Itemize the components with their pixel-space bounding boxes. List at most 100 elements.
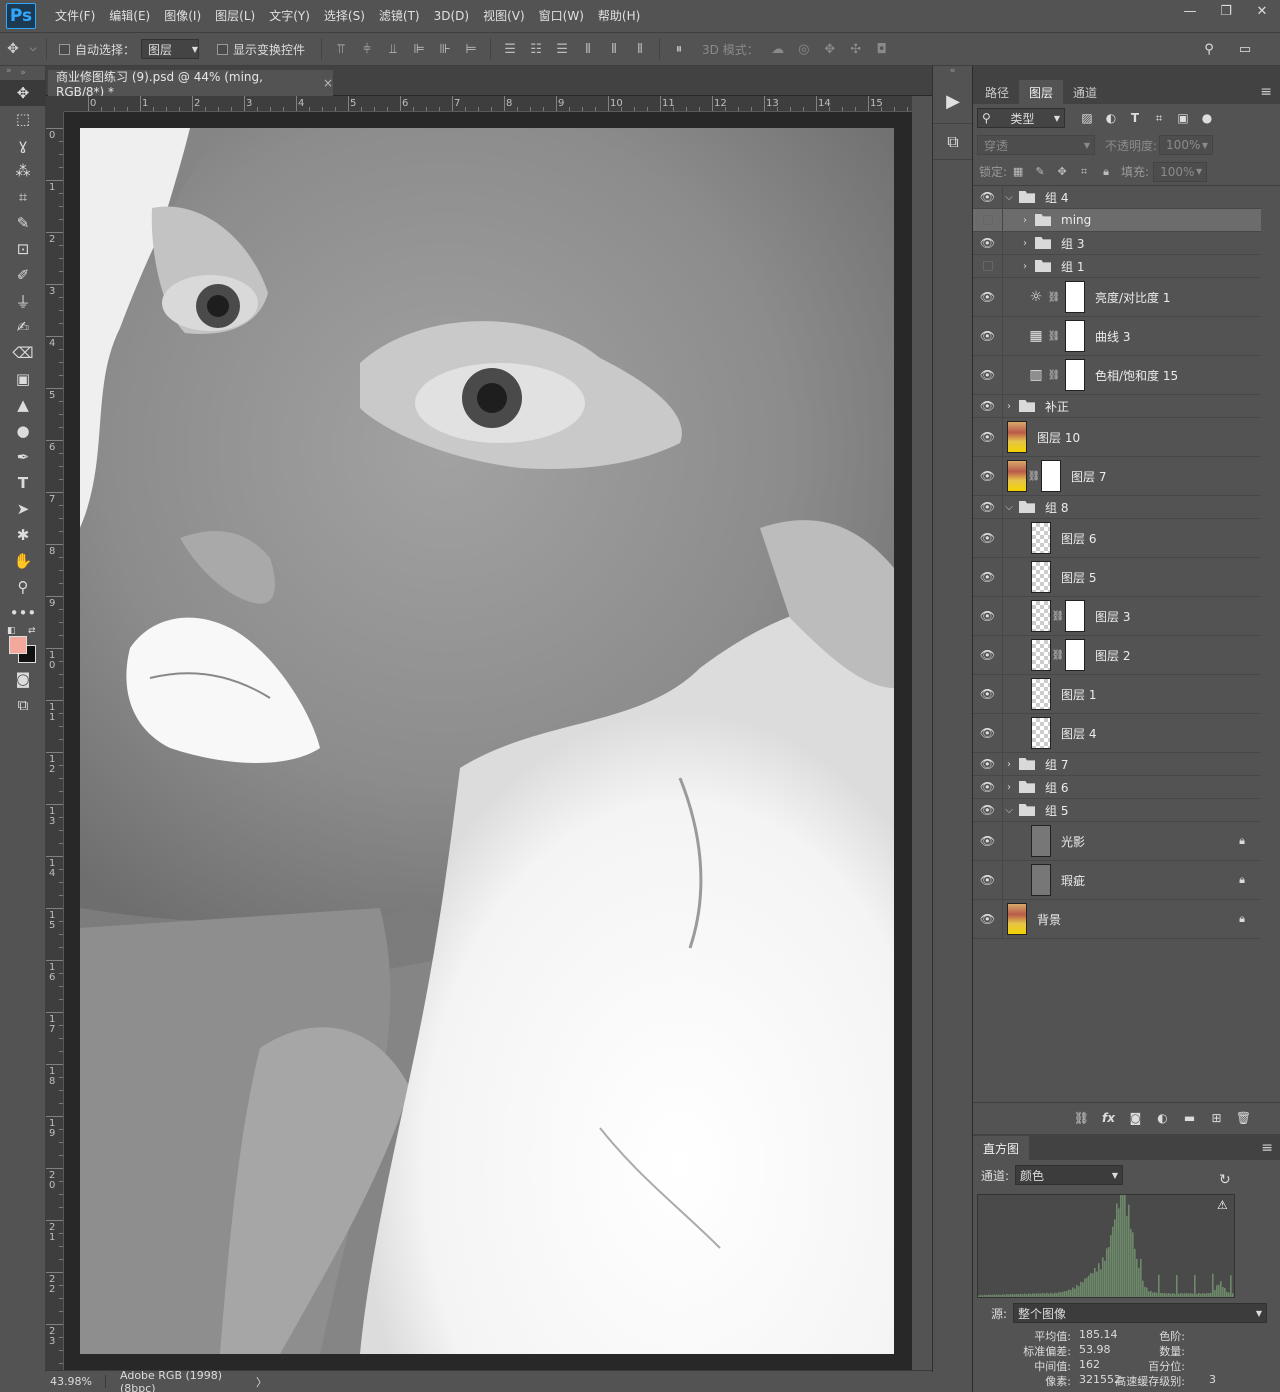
fill-field[interactable]: 100% ▼ (1153, 161, 1208, 182)
layer-row[interactable]: 👁︎ 图层 1 (973, 675, 1261, 714)
stamp-tool[interactable]: ⏚ (0, 288, 46, 314)
tab-paths[interactable]: 路径 (975, 80, 1019, 104)
eyedropper-tool[interactable]: ✎ (0, 210, 46, 236)
more-tools[interactable]: ••• (0, 600, 46, 626)
layer-name[interactable]: 补正 (1045, 398, 1069, 415)
pen-tool[interactable]: ✒ (0, 444, 46, 470)
align-vcenter-icon[interactable]: ⫩ (354, 39, 380, 59)
minimize-button[interactable]: — (1172, 0, 1208, 22)
layer-name[interactable]: 图层 7 (1071, 468, 1106, 485)
layer-name[interactable]: 曲线 3 (1095, 328, 1130, 345)
layer-mask-thumbnail[interactable] (1065, 600, 1085, 632)
move-tool-icon[interactable]: ✥ (0, 41, 26, 57)
chevron-right-icon[interactable]: › (1019, 238, 1031, 249)
history-brush-tool[interactable]: ✍ (0, 314, 46, 340)
distribute-vcenter-icon[interactable]: ☷ (523, 39, 549, 59)
swap-colors-icon[interactable]: ⇄ (28, 626, 36, 636)
channel-dropdown[interactable]: 颜色 ▼ (1015, 1165, 1124, 1185)
workspace-icon[interactable]: ▭ (1232, 39, 1258, 59)
eye-icon[interactable]: 👁︎ (973, 861, 1003, 899)
eye-icon[interactable]: 👁︎ (973, 597, 1003, 635)
layer-row[interactable]: 👁︎ ⌵ 组 8 (973, 496, 1261, 519)
filter-shape-icon[interactable]: ⌗ (1147, 111, 1171, 126)
maximize-button[interactable]: ❐ (1208, 0, 1244, 22)
auto-align-icon[interactable]: ⏸ (666, 39, 692, 59)
link-icon[interactable]: ⛓ (1047, 370, 1061, 381)
dodge-tool[interactable]: ● (0, 418, 46, 444)
marquee-tool[interactable]: ⬚ (0, 106, 46, 132)
properties-icon[interactable]: ⧉ (933, 124, 973, 160)
layer-name[interactable]: 图层 10 (1037, 429, 1080, 446)
layer-row[interactable]: 👁︎ › 补正 (973, 395, 1261, 418)
layer-name[interactable]: 组 1 (1061, 258, 1084, 275)
layer-name[interactable]: 图层 5 (1061, 569, 1096, 586)
layer-row[interactable]: 👁︎ 光影 🔒︎ (973, 822, 1261, 861)
brush-tool[interactable]: ✐ (0, 262, 46, 288)
layer-row[interactable]: 👁︎ ▥ ⛓ 色相/饱和度 15 (973, 356, 1261, 395)
layer-name[interactable]: 图层 4 (1061, 725, 1096, 742)
align-left-icon[interactable]: ⊫ (406, 39, 432, 59)
layer-mask-thumbnail[interactable] (1065, 639, 1085, 671)
frame-tool[interactable]: ⊡ (0, 236, 46, 262)
auto-select-dropdown[interactable]: 图层 ▼ (141, 39, 200, 59)
link-icon[interactable]: ⛓ (1051, 650, 1065, 661)
layer-row[interactable]: 👁︎ › 组 6 (973, 776, 1261, 799)
layer-thumbnail[interactable] (1031, 522, 1051, 554)
lock-transparency-icon[interactable]: ▦ (1007, 165, 1029, 178)
layer-name[interactable]: 图层 1 (1061, 686, 1096, 703)
trash-icon[interactable]: 🗑︎ (1230, 1111, 1257, 1125)
distribute-bottom-icon[interactable]: ☰ (549, 39, 575, 59)
layer-mask-thumbnail[interactable] (1065, 320, 1085, 352)
document-tab[interactable]: 商业修图练习 (9).psd @ 44% (ming, RGB/8*) * × (48, 70, 333, 99)
lock-all-icon[interactable]: 🔒︎ (1095, 165, 1117, 179)
crop-tool[interactable]: ⌗ (0, 184, 46, 210)
align-top-icon[interactable]: ⫪ (328, 39, 354, 59)
show-transform-checkbox[interactable] (217, 43, 229, 55)
auto-select-checkbox[interactable] (59, 43, 70, 55)
warning-icon[interactable]: ⚠ (1217, 1198, 1228, 1212)
chevron-right-icon[interactable]: › (1003, 782, 1015, 793)
lasso-tool[interactable]: ɣ (0, 132, 46, 158)
lock-pixels-icon[interactable]: ✎ (1029, 165, 1051, 178)
screen-mode-icon[interactable]: ⧉ (0, 692, 46, 718)
chevron-down-icon[interactable]: ⌵ (1003, 805, 1015, 816)
layer-name[interactable]: 组 8 (1045, 499, 1068, 516)
eye-icon[interactable]: 👁︎ (973, 317, 1003, 355)
chevron-down-icon[interactable]: ⌵ (1003, 192, 1015, 203)
layer-name[interactable]: 组 7 (1045, 756, 1068, 773)
shape-tool[interactable]: ✱ (0, 522, 46, 548)
layer-thumbnail[interactable] (1007, 460, 1027, 492)
layer-row[interactable]: 👁︎ 图层 4 (973, 714, 1261, 753)
eye-icon[interactable]: 👁︎ (973, 714, 1003, 752)
chevron-down-icon[interactable]: ⌵ (1003, 502, 1015, 513)
menu-item[interactable]: 滤镜(T) (372, 0, 427, 32)
layer-name[interactable]: 组 4 (1045, 189, 1068, 206)
eye-icon[interactable]: 👁︎ (973, 496, 1003, 518)
3d-roll-icon[interactable]: ◎ (791, 39, 817, 59)
layer-thumbnail[interactable] (1031, 825, 1051, 857)
lock-position-icon[interactable]: ✥ (1051, 165, 1073, 178)
foreground-color[interactable] (9, 636, 27, 654)
menu-item[interactable]: 窗口(W) (532, 0, 591, 32)
align-bottom-icon[interactable]: ⫫ (380, 39, 406, 59)
chevron-right-icon[interactable]: › (1019, 215, 1031, 226)
layer-row[interactable]: 👁︎ › 组 3 (973, 232, 1261, 255)
layer-row[interactable]: 👁︎ 图层 10 (973, 418, 1261, 457)
eraser-tool[interactable]: ⌫ (0, 340, 46, 366)
link-icon[interactable]: ⛓ (1047, 331, 1061, 342)
layer-thumbnail[interactable] (1031, 600, 1051, 632)
search-icon[interactable]: ⚲ (1196, 39, 1222, 59)
layer-row[interactable]: › 组 1 (973, 255, 1261, 278)
mask-icon[interactable]: ◙ (1122, 1111, 1149, 1125)
layer-name[interactable]: ming (1061, 213, 1091, 227)
document-canvas[interactable] (80, 128, 894, 1354)
collapse-icon[interactable]: « (933, 66, 972, 80)
distribute-top-icon[interactable]: ☰ (497, 39, 523, 59)
3d-slide-icon[interactable]: ✣ (843, 39, 869, 59)
distribute-left-icon[interactable]: ⦀ (575, 39, 601, 59)
3d-orbit-icon[interactable]: ☁ (765, 39, 791, 59)
menu-item[interactable]: 视图(V) (476, 0, 532, 32)
align-right-icon[interactable]: ⊨ (458, 39, 484, 59)
hand-tool[interactable]: ✋ (0, 548, 46, 574)
refresh-icon[interactable]: ↻ (1219, 1172, 1231, 1188)
